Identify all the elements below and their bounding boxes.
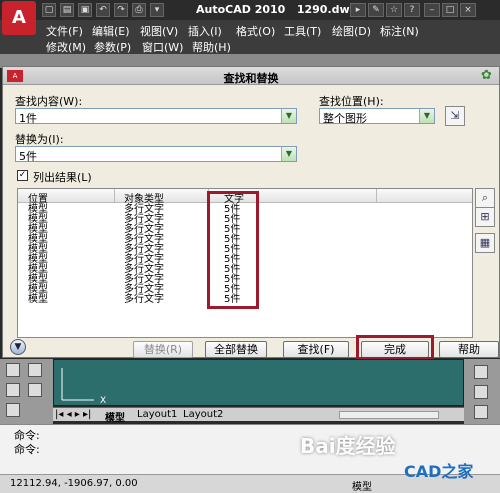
drawing-canvas[interactable]: X — [53, 359, 464, 406]
find-input[interactable]: 1件 ▼ — [15, 108, 297, 125]
chevron-down-icon[interactable]: ▼ — [419, 109, 434, 123]
menu-view[interactable]: 视图(V) — [140, 23, 178, 39]
dialog-gear-icon: ✿ — [481, 68, 492, 83]
tab-nav-arrows[interactable]: |◂ ◂ ▸ ▸| — [55, 409, 91, 420]
menu-format[interactable]: 格式(O) — [236, 23, 275, 39]
replace-all-button[interactable]: 全部替换(A) — [205, 341, 267, 371]
replace-value: 5件 — [19, 150, 37, 163]
arc-tool-icon[interactable] — [6, 383, 20, 397]
chevron-down-icon[interactable]: ▼ — [281, 109, 296, 123]
tool-icon[interactable]: ✎ — [368, 3, 384, 17]
replace-button[interactable]: 替换(R) — [133, 341, 193, 358]
expand-options-icon[interactable]: ▼ — [10, 339, 26, 355]
title-bar: ▢ ▤ ▣ ↶ ↷ ⎙ ▾ AutoCAD 2010 1290.dwg ▸ ✎ … — [0, 0, 500, 20]
col-location[interactable]: 位置 — [28, 190, 48, 205]
close-icon[interactable]: × — [460, 3, 476, 17]
right-toolbar — [464, 359, 500, 424]
replace-label: 替换为(I): — [15, 133, 64, 146]
modify-tool-icon[interactable] — [474, 365, 488, 379]
cad-brand-watermark: CAD之家 — [404, 462, 474, 481]
row-type: 多行文字 — [124, 294, 164, 305]
svg-text:X: X — [100, 396, 106, 406]
list-results-checkbox[interactable]: ✓ — [17, 170, 28, 181]
model-space-label[interactable]: 模型 — [352, 478, 372, 493]
row-location: 模型 — [28, 294, 48, 305]
ucs-axis-icon: X — [61, 368, 106, 406]
horizontal-scrollbar[interactable] — [339, 411, 439, 419]
circle-tool-icon[interactable] — [28, 383, 42, 397]
minimize-icon[interactable]: – — [424, 3, 440, 17]
help-button[interactable]: 帮助 — [439, 341, 499, 358]
menu-modify[interactable]: 修改(M) — [46, 39, 86, 55]
location-select[interactable]: 整个图形 ▼ — [319, 108, 435, 125]
undo-icon[interactable]: ↶ — [96, 3, 110, 17]
select-all-icon[interactable]: ▦ — [475, 233, 495, 253]
find-button[interactable]: 查找(F) — [283, 341, 349, 358]
rect-tool-icon[interactable] — [28, 363, 42, 377]
find-replace-dialog: A 查找和替换 ✿ 查找内容(W): 1件 ▼ 查找位置(H): 整个图形 ▼ … — [2, 66, 500, 371]
menu-insert[interactable]: 插入(I) — [188, 23, 222, 39]
list-results-label: 列出结果(L) — [33, 171, 92, 184]
rotate-tool-icon[interactable] — [474, 405, 488, 419]
save-icon[interactable]: ▣ — [78, 3, 92, 17]
menu-window[interactable]: 窗口(W) — [142, 39, 183, 55]
search-icon[interactable]: ▸ — [350, 3, 366, 17]
open-file-icon[interactable]: ▤ — [60, 3, 74, 17]
select-objects-icon[interactable]: ⇲ — [445, 106, 465, 126]
create-selection-icon[interactable]: ⊞ — [475, 207, 495, 227]
tab-layout1[interactable]: Layout1 — [137, 409, 177, 420]
draw-tool-icon[interactable] — [6, 363, 20, 377]
window-title: AutoCAD 2010 1290.dwg — [196, 3, 358, 16]
menu-parametric[interactable]: 参数(P) — [94, 39, 131, 55]
menu-dimension[interactable]: 标注(N) — [380, 23, 419, 39]
app-name: AutoCAD 2010 — [196, 3, 286, 16]
tab-model[interactable]: 模型 — [105, 409, 125, 424]
layout-tabs: |◂ ◂ ▸ ▸| 模型 Layout1 Layout2 — [53, 407, 464, 424]
command-line-2: 命令: — [14, 443, 40, 456]
text-column-highlight — [207, 191, 259, 309]
move-tool-icon[interactable] — [474, 385, 488, 399]
menu-tools[interactable]: 工具(T) — [284, 23, 321, 39]
location-value: 整个图形 — [323, 112, 367, 125]
replace-input[interactable]: 5件 ▼ — [15, 146, 297, 163]
column-divider — [114, 189, 115, 203]
find-label: 查找内容(W): — [15, 95, 83, 108]
col-type[interactable]: 对象类型 — [124, 190, 164, 205]
menu-draw[interactable]: 绘图(D) — [332, 23, 371, 39]
redo-icon[interactable]: ↷ — [114, 3, 128, 17]
baidu-watermark: Bai度经验 — [300, 434, 396, 458]
star-icon[interactable]: ☆ — [386, 3, 402, 17]
find-value: 1件 — [19, 112, 37, 125]
file-name: 1290.dwg — [296, 3, 358, 16]
chevron-down-icon[interactable]: ▼ — [281, 147, 296, 161]
new-file-icon[interactable]: ▢ — [42, 3, 56, 17]
menu-bar: 文件(F) 编辑(E) 视图(V) 插入(I) 格式(O) 工具(T) 绘图(D… — [0, 20, 500, 54]
hatch-tool-icon[interactable] — [6, 403, 20, 417]
dropdown-icon[interactable]: ▾ — [150, 3, 164, 17]
coordinates-readout: 12112.94, -1906.97, 0.00 — [10, 478, 138, 489]
menu-help[interactable]: 帮助(H) — [192, 39, 231, 55]
dialog-titlebar[interactable]: A 查找和替换 ✿ — [3, 67, 499, 85]
dialog-title: 查找和替换 — [223, 72, 279, 85]
left-toolbar — [0, 359, 53, 424]
tab-layout2[interactable]: Layout2 — [183, 409, 223, 420]
help-icon[interactable]: ? — [404, 3, 420, 17]
zoom-to-icon[interactable]: ⌕ — [475, 188, 495, 208]
autocad-logo[interactable]: A — [2, 1, 36, 35]
column-divider — [376, 189, 377, 203]
print-icon[interactable]: ⎙ — [132, 3, 146, 17]
maximize-icon[interactable]: □ — [442, 3, 458, 17]
location-label: 查找位置(H): — [319, 95, 384, 108]
done-highlight — [356, 335, 434, 360]
menu-file[interactable]: 文件(F) — [46, 23, 83, 39]
menu-edit[interactable]: 编辑(E) — [92, 23, 130, 39]
